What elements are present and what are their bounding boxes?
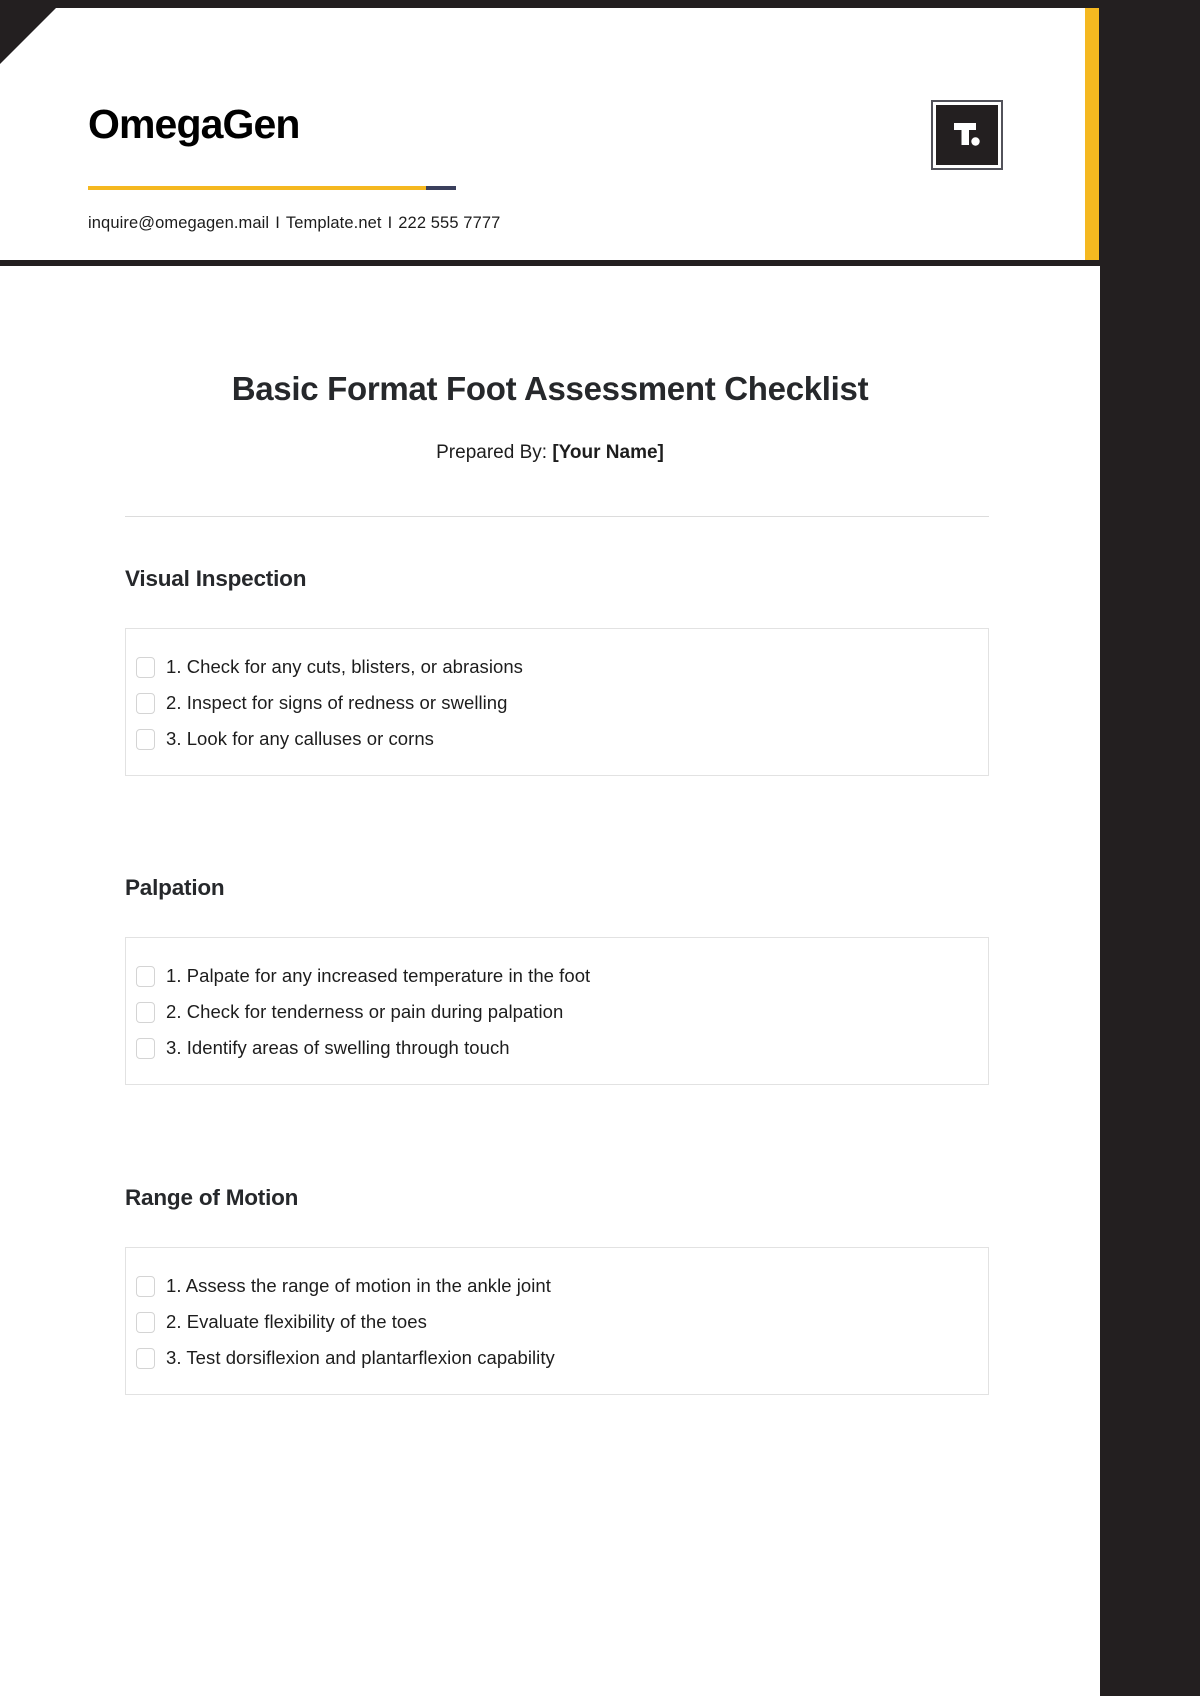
prepared-by-label: Prepared By: [436,442,548,463]
checkbox-icon[interactable] [136,1311,155,1333]
checklist-item-label: 3. Identify areas of swelling through to… [166,1037,510,1058]
checkbox-icon[interactable] [136,692,155,714]
checkbox-icon[interactable] [136,1275,155,1297]
contact-phone: 222 555 7777 [398,214,501,232]
checklist-box: 1. Check for any cuts, blisters, or abra… [125,628,989,776]
page-title: Basic Format Foot Assessment Checklist [231,370,869,407]
checklist-row[interactable]: 2. Inspect for signs of redness or swell… [126,685,988,721]
checklist-item-label: 2. Evaluate flexibility of the toes [166,1311,427,1332]
checklist-row[interactable]: 3. Identify areas of swelling through to… [126,1030,988,1066]
brand-contact-line: inquire@omegagen.mail I Template.net I 222 5… [88,214,500,233]
checklist-row[interactable]: 1. Assess the range of motion in the ank… [126,1268,988,1304]
brand-name: OmegaGen [88,101,300,147]
contact-website: Template.net [285,214,382,232]
document-page: Basic Format Foot Assessment Checklist P… [0,266,1100,1696]
checklist-row[interactable]: 2. Evaluate flexibility of the toes [126,1304,988,1340]
checklist-item-label: 2. Inspect for signs of redness or swell… [166,692,508,713]
section-palpation: Palpation 1. Palpate for any increased t… [125,875,989,1085]
brand-rule-yellow-segment [88,186,426,190]
checklist-row[interactable]: 3. Test dorsiflexion and plantarflexion … [126,1340,988,1376]
checkbox-icon[interactable] [136,656,155,678]
prepared-by-line: Prepared By: [Your Name] [0,442,1100,464]
checklist-box: 1. Palpate for any increased temperature… [125,937,989,1085]
checkbox-icon[interactable] [136,1347,155,1369]
checkbox-icon[interactable] [136,1001,155,1023]
contact-separator-2: I [387,214,393,232]
checklist-row[interactable]: 2. Check for tenderness or pain during p… [126,994,988,1030]
brand-divider-rule [88,186,456,190]
section-range-of-motion: Range of Motion 1. Assess the range of m… [125,1185,989,1395]
checklist-row[interactable]: 1. Check for any cuts, blisters, or abra… [126,649,988,685]
checklist-row[interactable]: 1. Palpate for any increased temperature… [126,958,988,994]
checklist-item-label: 1. Palpate for any increased temperature… [166,965,591,986]
section-heading: Visual Inspection [125,566,307,591]
header: OmegaGen inquire@omegagen.mail I Template.… [0,8,1085,260]
prepared-by-value: [Your Name] [552,442,664,463]
checklist-item-label: 2. Check for tenderness or pain during p… [166,1001,564,1022]
checkbox-icon[interactable] [136,965,155,987]
brand-rule-navy-segment [426,186,456,190]
contact-email: inquire@omegagen.mail [88,214,270,232]
template-net-logo-icon [933,102,1001,168]
section-visual-inspection: Visual Inspection 1. Check for any cuts,… [125,566,989,776]
checkbox-icon[interactable] [136,728,155,750]
title-divider [125,516,989,517]
checklist-item-label: 1. Check for any cuts, blisters, or abra… [166,656,523,677]
section-heading: Range of Motion [125,1185,299,1210]
checklist-item-label: 3. Test dorsiflexion and plantarflexion … [166,1347,555,1368]
contact-separator-1: I [275,214,280,232]
checklist-row[interactable]: 3. Look for any calluses or corns [126,721,988,757]
checklist-box: 1. Assess the range of motion in the ank… [125,1247,989,1395]
checklist-item-label: 1. Assess the range of motion in the ank… [166,1275,551,1296]
header-accent-bar [1085,8,1099,260]
section-heading: Palpation [125,875,225,900]
checkbox-icon[interactable] [136,1037,155,1059]
checklist-item-label: 3. Look for any calluses or corns [166,728,434,749]
